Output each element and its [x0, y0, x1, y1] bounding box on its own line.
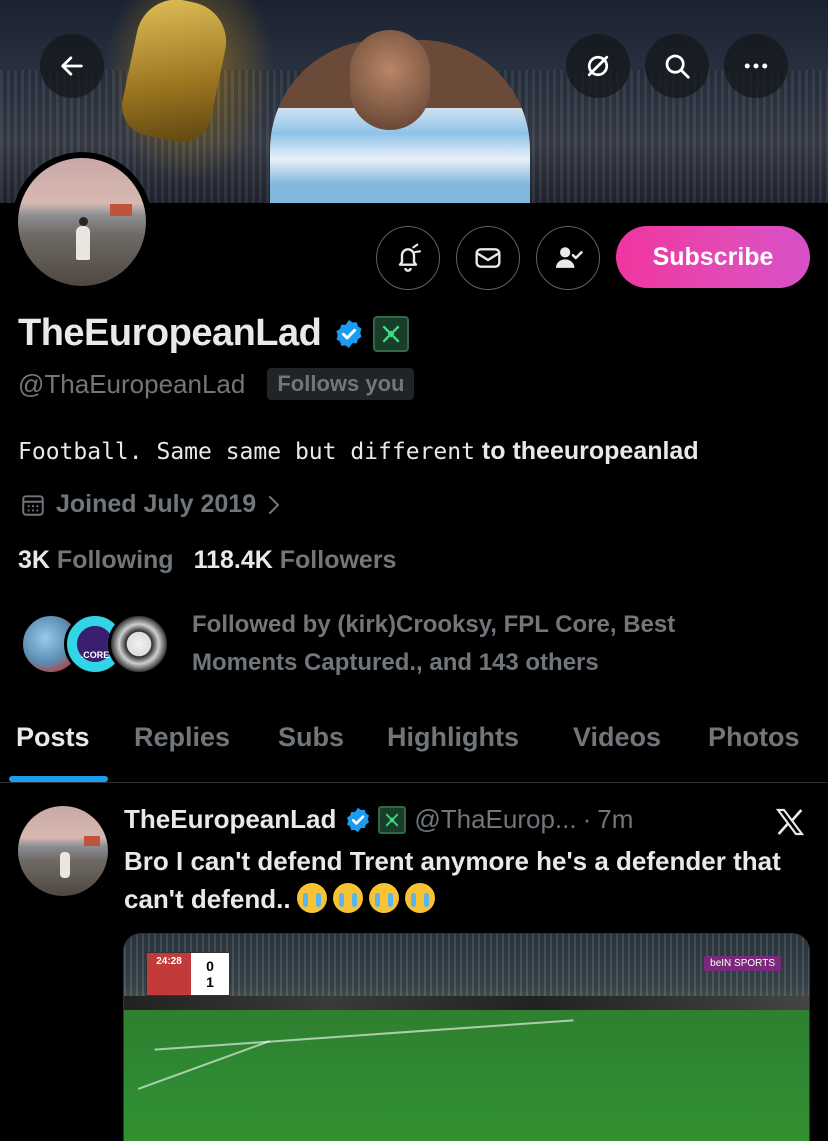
- scoreboard-scores: 0 1: [191, 953, 229, 995]
- more-dots-icon: [744, 63, 768, 69]
- follow-stats: 3K Following 118.4K Followers: [18, 546, 396, 575]
- post-body: Bro I can't defend Trent anymore he's a …: [124, 846, 781, 914]
- advertising-boards: [124, 996, 809, 1010]
- following-count: 3K: [18, 546, 50, 574]
- message-button[interactable]: [456, 226, 520, 290]
- banner-player: [270, 30, 530, 203]
- broadcaster-logo: beIN SPORTS: [704, 956, 781, 971]
- bio-link[interactable]: to theeuropeanlad: [482, 437, 699, 465]
- bio-text: Football. Same same but different: [18, 439, 475, 465]
- following-button[interactable]: [536, 226, 600, 290]
- followers-count: 118.4K: [193, 546, 273, 574]
- avatar-sign: [84, 836, 100, 846]
- followers-label: Followers: [279, 546, 397, 574]
- score-home: 0: [206, 958, 214, 974]
- follows-you-badge: Follows you: [267, 368, 415, 400]
- profile-tabs: Posts Replies Subs Highlights Videos Pho…: [0, 712, 828, 782]
- affiliate-badge-icon[interactable]: [373, 315, 410, 352]
- profile-name-row: TheEuropeanLad: [18, 312, 410, 355]
- avatar-sign: [110, 204, 132, 216]
- profile-handle-row: @ThaEuropeanLad Follows you: [18, 368, 415, 400]
- more-button[interactable]: [724, 34, 788, 98]
- verified-badge-icon[interactable]: [333, 318, 365, 350]
- post-author-avatar[interactable]: [18, 806, 108, 896]
- scoreboard: 24:28 0 1: [146, 952, 230, 996]
- calendar-icon: [22, 494, 44, 516]
- fpl-core-logo-text: .CORE: [80, 650, 110, 660]
- search-button[interactable]: [645, 34, 709, 98]
- post-author-name[interactable]: TheEuropeanLad: [124, 804, 336, 835]
- x-logo-icon[interactable]: [774, 806, 806, 838]
- avatar-figure: [76, 217, 90, 260]
- notifications-button[interactable]: [376, 226, 440, 290]
- avatar-image: [18, 158, 146, 286]
- tab-posts[interactable]: Posts: [16, 712, 90, 753]
- post-header: TheEuropeanLad @ThaEurop... · 7m: [124, 804, 633, 835]
- joined-date: Joined July 2019: [56, 490, 257, 518]
- person-check-icon: [555, 247, 583, 268]
- followed-by-avatar: [108, 613, 170, 675]
- followers-stat[interactable]: 118.4K Followers: [194, 546, 397, 575]
- bell-plus-icon: [398, 243, 422, 272]
- profile-handle: @ThaEuropeanLad: [18, 368, 246, 399]
- tab-videos[interactable]: Videos: [573, 712, 661, 753]
- pitch-line: [154, 1019, 574, 1051]
- crying-face-emoji-icon: [404, 883, 435, 913]
- affiliate-badge-icon: [378, 805, 407, 834]
- post-separator: ·: [582, 804, 592, 834]
- score-away: 1: [206, 974, 214, 990]
- banner-player-head: [350, 30, 430, 130]
- crying-face-emoji-icon: [332, 883, 363, 913]
- post-timestamp[interactable]: 7m: [597, 804, 633, 835]
- tab-replies[interactable]: Replies: [134, 712, 230, 753]
- joined-date-row[interactable]: Joined July 2019: [20, 490, 282, 519]
- following-label: Following: [56, 546, 174, 574]
- post-text: Bro I can't defend Trent anymore he's a …: [124, 842, 784, 918]
- verified-badge-icon: [347, 807, 370, 832]
- profile-bio: Football. Same same but different to the…: [18, 437, 699, 466]
- followed-by-text: Followed by (kirk)Crooksy, FPL Core, Bes…: [192, 611, 676, 676]
- search-icon: [665, 54, 690, 79]
- post-media-video[interactable]: 24:28 0 1 beIN SPORTS: [123, 933, 810, 1141]
- tab-subs[interactable]: Subs: [278, 712, 344, 753]
- profile-display-name: TheEuropeanLad: [18, 312, 322, 354]
- followed-by-row[interactable]: .CORE Followed by (kirk)Crooksy, FPL Cor…: [20, 606, 752, 682]
- match-clock: 24:28: [147, 953, 191, 995]
- avatar-figure: [60, 852, 70, 878]
- crying-face-emoji-icon: [368, 883, 399, 913]
- back-button[interactable]: [40, 34, 104, 98]
- tab-highlights[interactable]: Highlights: [387, 712, 519, 753]
- circle-slash-icon: [587, 55, 609, 77]
- subscribe-button[interactable]: Subscribe: [616, 226, 810, 288]
- arrow-left-icon: [61, 56, 83, 76]
- chevron-right-icon: [269, 495, 280, 514]
- profile-avatar[interactable]: [12, 152, 152, 292]
- envelope-icon: [475, 248, 501, 268]
- tabs-divider: [0, 782, 828, 783]
- following-stat[interactable]: 3K Following: [18, 546, 174, 575]
- grok-button[interactable]: [566, 34, 630, 98]
- tab-photos[interactable]: Photos: [708, 712, 800, 753]
- crying-face-emoji-icon: [296, 883, 327, 913]
- post-author-handle[interactable]: @ThaEurop...: [414, 804, 576, 835]
